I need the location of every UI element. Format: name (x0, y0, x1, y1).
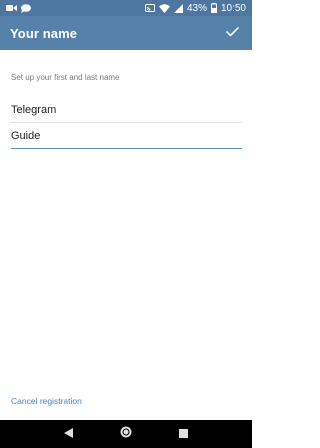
cast-icon (144, 4, 155, 12)
form-hint: Set up your first and last name (11, 73, 120, 82)
status-right: 43% 10:50 (144, 2, 246, 14)
cancel-registration-link[interactable]: Cancel registration (11, 396, 82, 406)
home-icon (120, 425, 132, 443)
nav-back-button[interactable] (58, 423, 80, 445)
page-title: Your name (10, 25, 78, 41)
last-name-underline (11, 147, 242, 149)
nav-home-button[interactable] (115, 423, 137, 445)
check-icon (225, 24, 239, 42)
chat-bubble-icon (21, 3, 31, 13)
first-name-field-wrapper (11, 99, 242, 123)
system-nav-bar (0, 420, 252, 448)
last-name-field-wrapper (11, 125, 242, 149)
battery-percent: 43% (186, 2, 207, 14)
last-name-input[interactable] (11, 125, 242, 149)
nav-recents-button[interactable] (172, 423, 194, 445)
recents-icon (178, 425, 188, 443)
status-bar: 43% 10:50 (0, 0, 252, 16)
clock: 10:50 (220, 2, 246, 14)
first-name-underline (11, 122, 242, 123)
video-camera-icon (6, 4, 17, 12)
app-bar: Your name (0, 16, 252, 50)
confirm-button[interactable] (222, 23, 242, 43)
wifi-icon (158, 3, 170, 13)
battery-icon (210, 3, 217, 13)
signal-icon (173, 3, 183, 13)
first-name-input[interactable] (11, 99, 242, 123)
status-left (6, 3, 31, 13)
back-icon (64, 425, 74, 443)
